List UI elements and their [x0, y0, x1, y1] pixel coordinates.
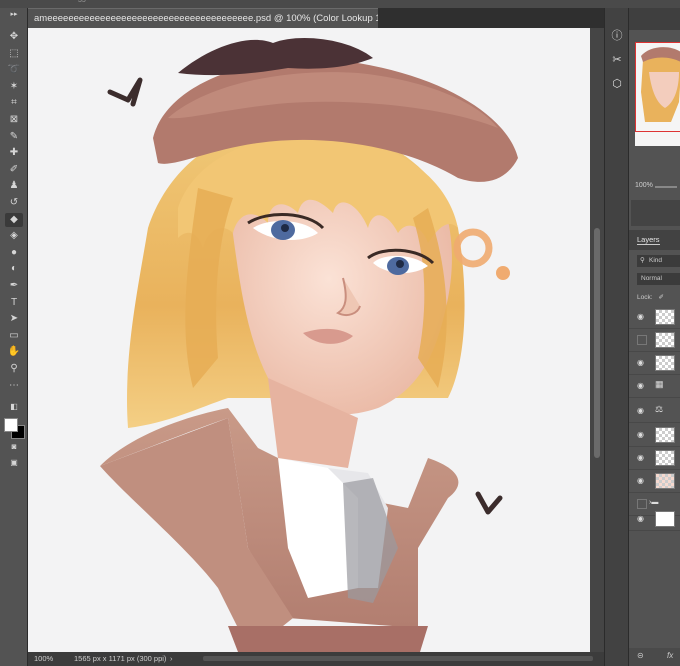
- eye-icon[interactable]: ◉: [637, 312, 644, 321]
- collapsed-panels: ⓘ ✂ ⬡: [604, 8, 629, 666]
- info-icon[interactable]: ⓘ: [609, 28, 625, 44]
- layers-panel-header: Layers: [629, 230, 680, 250]
- color-lookup-icon: ▦: [655, 379, 664, 389]
- eyedropper-tool[interactable]: ✎: [5, 130, 23, 144]
- eye-icon[interactable]: ◉: [637, 430, 644, 439]
- layer-row[interactable]: ◉: [629, 352, 680, 375]
- magic-wand-tool[interactable]: ✶: [5, 80, 23, 94]
- layer-thumbnail: [655, 427, 675, 443]
- layers-tab[interactable]: Layers: [637, 235, 660, 245]
- frame-tool[interactable]: ⊠: [5, 113, 23, 127]
- vertical-scrollbar[interactable]: [590, 28, 604, 652]
- zoom-tool[interactable]: ⚲: [5, 362, 23, 376]
- layer-row[interactable]: ◉: [629, 508, 680, 531]
- paint-bucket-tool[interactable]: ◈: [5, 229, 23, 243]
- layer-row[interactable]: ◉ ⚖: [629, 400, 680, 423]
- document-tab[interactable]: ameeeeeeeeeeeeeeeeeeeeeeeeeeeeeeeeeeeeee…: [28, 8, 378, 28]
- navigator-view-frame[interactable]: [635, 42, 680, 132]
- layer-row[interactable]: ◉: [629, 306, 680, 329]
- eye-icon[interactable]: ◉: [637, 476, 644, 485]
- layers-panel-footer: ⊝ fx: [629, 648, 680, 666]
- visibility-box[interactable]: [637, 335, 647, 345]
- navigator-zoom[interactable]: 100%: [635, 182, 653, 189]
- 3d-icon[interactable]: ⬡: [609, 76, 625, 92]
- navigator-header: [629, 8, 680, 30]
- pen-tool[interactable]: ✒: [5, 279, 23, 293]
- foreground-color-swatch[interactable]: [4, 418, 18, 432]
- horizontal-scrollbar[interactable]: [203, 656, 593, 661]
- lock-row: Lock: ✐: [637, 293, 664, 301]
- search-icon: ⚲: [640, 257, 645, 264]
- healing-brush-tool[interactable]: ✚: [5, 146, 23, 160]
- navigator-thumbnail[interactable]: [635, 42, 680, 146]
- quick-mask-icon[interactable]: ◙: [5, 440, 23, 454]
- options-bar: 35: [0, 0, 680, 8]
- rectangle-tool[interactable]: ▭: [5, 329, 23, 343]
- lock-brush-icon[interactable]: ✐: [659, 294, 664, 301]
- dodge-tool[interactable]: ◐: [5, 262, 23, 276]
- link-layers-icon[interactable]: ⊝: [637, 651, 644, 660]
- navigator-zoom-slider[interactable]: [655, 186, 677, 188]
- eye-icon[interactable]: ◉: [637, 358, 644, 367]
- path-selection-tool[interactable]: ➤: [5, 312, 23, 326]
- marquee-tool[interactable]: ⬚: [5, 47, 23, 61]
- hand-tool[interactable]: ✋: [5, 345, 23, 359]
- blur-tool[interactable]: ●: [5, 246, 23, 260]
- more-tools[interactable]: ⋯: [5, 379, 23, 393]
- crop-tool[interactable]: ⌗: [5, 96, 23, 110]
- right-panel: 100% Layers ⚲ Kind Normal Lock: ✐ ◉ ◉ ◉ ▦ ◉…: [628, 8, 680, 666]
- balance-icon: ⚖: [655, 404, 664, 414]
- layer-thumbnail: [655, 355, 675, 371]
- layer-thumbnail: [655, 450, 675, 466]
- tools-icon[interactable]: ✂: [609, 52, 625, 68]
- clone-stamp-tool[interactable]: ♟: [5, 179, 23, 193]
- status-menu-arrow[interactable]: ›: [170, 652, 173, 666]
- status-bar: 100% 1565 px x 1171 px (300 ppi) ›: [28, 652, 604, 666]
- eye-icon[interactable]: ◉: [637, 406, 644, 415]
- blend-mode-select[interactable]: Normal: [637, 273, 680, 285]
- zoom-level[interactable]: 100%: [34, 652, 53, 666]
- layer-thumbnail: [655, 473, 675, 489]
- options-size-value[interactable]: 35: [78, 0, 86, 4]
- collapse-arrows-icon[interactable]: ▸▸: [5, 8, 23, 22]
- layer-thumbnail: [655, 511, 675, 527]
- default-colors-icon[interactable]: ◧: [5, 400, 23, 414]
- layer-thumbnail: [655, 309, 675, 325]
- folder-icon: ›▬: [649, 499, 659, 506]
- eye-icon[interactable]: ◉: [637, 514, 644, 523]
- tools-panel: ▸▸ ✥ ⬚ ➰ ✶ ⌗ ⊠ ✎ ✚ ✐ ♟ ↺ ◆ ◈ ● ◐ ✒ T ➤ ▭ ✋ ⚲ ⋯ ◧ ◙ ▣: [0, 8, 28, 666]
- blend-mode-value: Normal: [641, 275, 662, 282]
- history-brush-tool[interactable]: ↺: [5, 196, 23, 210]
- eye-icon[interactable]: ◉: [637, 453, 644, 462]
- artwork-illustration: [100, 38, 518, 652]
- eye-icon[interactable]: ◉: [637, 381, 644, 390]
- layer-row[interactable]: ◉: [629, 447, 680, 470]
- fx-button[interactable]: fx: [667, 651, 673, 660]
- lock-label: Lock:: [637, 294, 653, 301]
- layer-row[interactable]: ◉: [629, 470, 680, 493]
- histogram-panel: [631, 200, 680, 226]
- layer-row[interactable]: [629, 329, 680, 352]
- document-tab-bar: ameeeeeeeeeeeeeeeeeeeeeeeeeeeeeeeeeeeeee…: [28, 8, 604, 28]
- type-tool[interactable]: T: [5, 296, 23, 310]
- kind-filter[interactable]: ⚲ Kind: [637, 255, 680, 267]
- brush-tool[interactable]: ✐: [5, 163, 23, 177]
- canvas[interactable]: [28, 28, 590, 652]
- document-info: 1565 px x 1171 px (300 ppi): [74, 654, 167, 663]
- lasso-tool[interactable]: ➰: [5, 63, 23, 77]
- layer-row[interactable]: ◉ ▦: [629, 375, 680, 398]
- document-tab-title: ameeeeeeeeeeeeeeeeeeeeeeeeeeeeeeeeeeeeee…: [34, 13, 378, 24]
- layer-thumbnail: [655, 332, 675, 348]
- move-tool[interactable]: ✥: [5, 30, 23, 44]
- eraser-tool[interactable]: ◆: [5, 212, 23, 227]
- scrollbar-thumb[interactable]: [594, 228, 600, 458]
- layer-row[interactable]: ◉: [629, 424, 680, 447]
- screen-mode-icon[interactable]: ▣: [5, 456, 23, 470]
- kind-filter-label: Kind: [649, 257, 663, 264]
